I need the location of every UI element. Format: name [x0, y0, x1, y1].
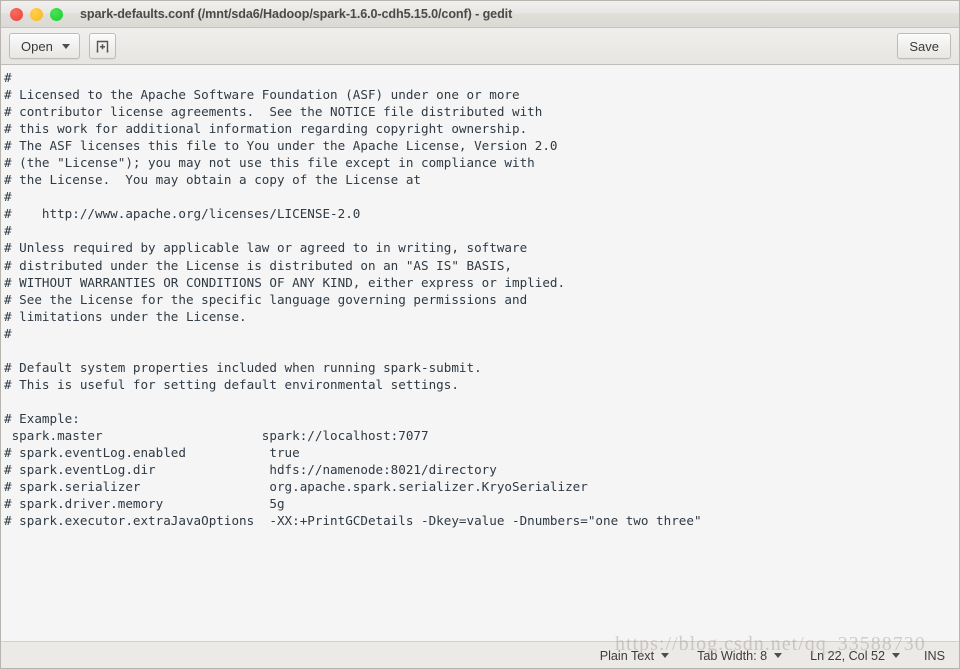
save-button-label: Save	[909, 38, 939, 54]
tab-width-label: Tab Width: 8	[697, 648, 768, 663]
window-title: spark-defaults.conf (/mnt/sda6/Hadoop/sp…	[80, 7, 513, 21]
cursor-position-label: Ln 22, Col 52	[810, 648, 885, 663]
insert-mode-label: INS	[924, 648, 945, 663]
status-bar: Plain Text Tab Width: 8 Ln 22, Col 52 IN…	[1, 641, 959, 668]
window-controls	[1, 7, 63, 21]
chevron-down-icon	[61, 43, 70, 49]
new-document-icon	[96, 40, 109, 52]
toolbar: Open Save	[1, 28, 959, 65]
cursor-position-selector[interactable]: Ln 22, Col 52	[796, 649, 914, 663]
open-button[interactable]: Open	[9, 33, 80, 59]
language-selector[interactable]: Plain Text	[586, 649, 683, 663]
close-button-icon[interactable]	[10, 7, 23, 21]
maximize-button-icon[interactable]	[50, 7, 63, 21]
title-bar: spark-defaults.conf (/mnt/sda6/Hadoop/sp…	[1, 1, 959, 28]
save-button[interactable]: Save	[897, 33, 951, 59]
chevron-down-icon	[892, 653, 900, 658]
text-editor-area[interactable]: # # Licensed to the Apache Software Foun…	[1, 65, 959, 641]
chevron-down-icon	[774, 653, 783, 658]
open-button-label: Open	[21, 38, 53, 54]
tab-width-selector[interactable]: Tab Width: 8	[683, 649, 796, 663]
minimize-button-icon[interactable]	[30, 7, 43, 21]
gedit-window: spark-defaults.conf (/mnt/sda6/Hadoop/sp…	[0, 0, 960, 669]
new-document-button[interactable]	[88, 33, 116, 59]
chevron-down-icon	[661, 653, 670, 658]
editor-content[interactable]: # # Licensed to the Apache Software Foun…	[1, 65, 959, 529]
language-label: Plain Text	[599, 648, 655, 663]
